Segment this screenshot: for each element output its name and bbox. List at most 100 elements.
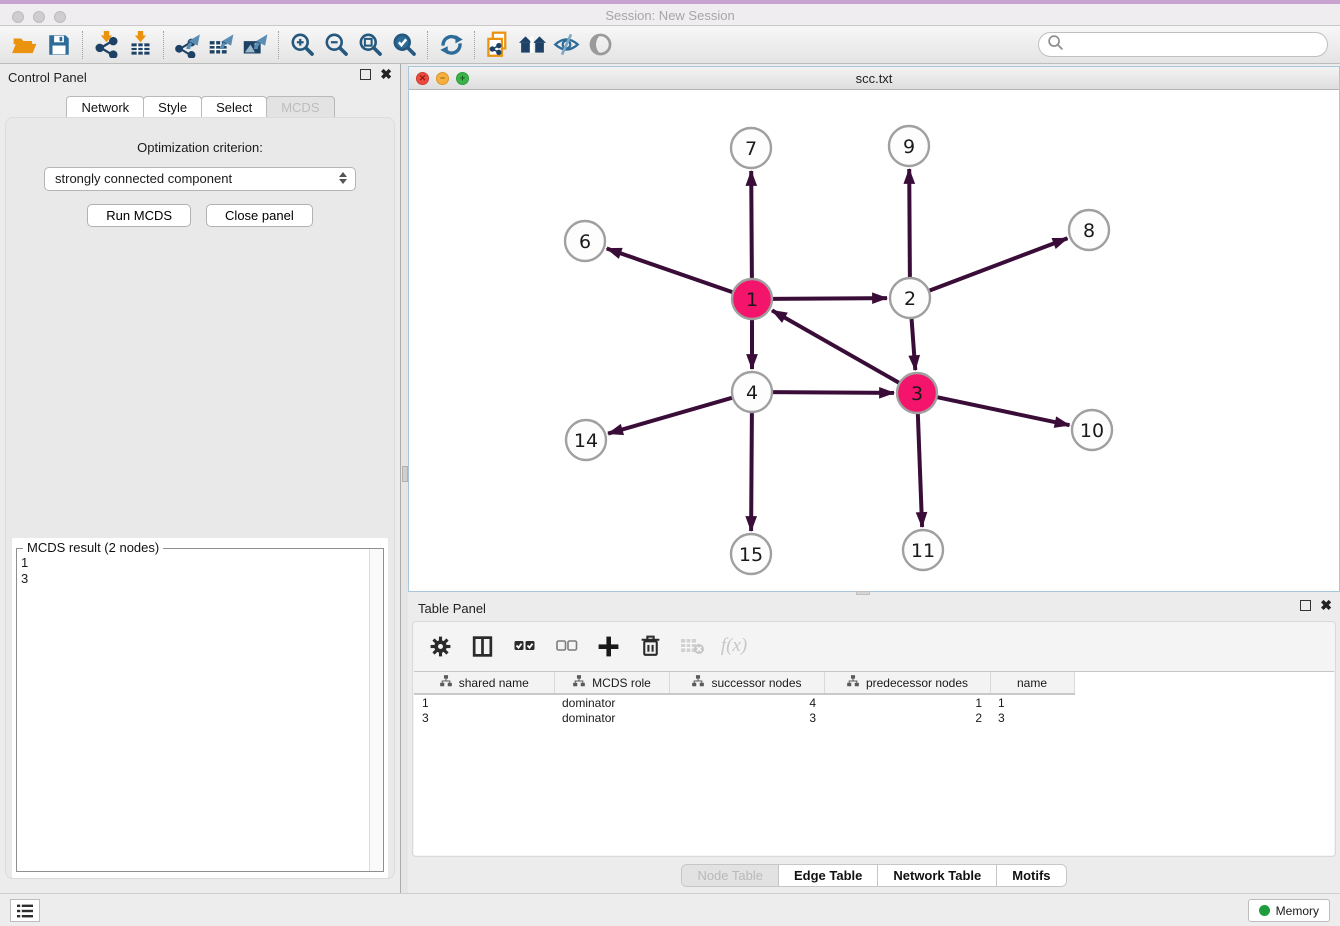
toggle-visibility-icon[interactable] bbox=[583, 29, 617, 61]
refresh-layout-icon[interactable] bbox=[434, 29, 468, 61]
column-header[interactable]: name bbox=[990, 672, 1074, 694]
svg-text:6: 6 bbox=[579, 231, 591, 253]
network-window-titlebar[interactable]: ✕ − + scc.txt bbox=[409, 67, 1339, 90]
column-header[interactable]: MCDS role bbox=[554, 672, 669, 694]
table-row[interactable]: 3dominator323 bbox=[414, 710, 1074, 726]
table-settings-icon[interactable] bbox=[427, 633, 453, 659]
export-table-icon[interactable] bbox=[204, 29, 238, 61]
delete-column-icon[interactable] bbox=[637, 633, 663, 659]
node-10[interactable]: 10 bbox=[1072, 410, 1112, 450]
open-session-icon[interactable] bbox=[8, 29, 42, 61]
tab-select[interactable]: Select bbox=[201, 96, 267, 118]
tab-network-table[interactable]: Network Table bbox=[877, 865, 996, 886]
node-7[interactable]: 7 bbox=[731, 128, 771, 168]
memory-button[interactable]: Memory bbox=[1248, 899, 1330, 922]
zoom-out-icon[interactable] bbox=[319, 29, 353, 61]
result-scrollbar[interactable] bbox=[369, 549, 383, 871]
svg-text:8: 8 bbox=[1083, 220, 1095, 242]
search-input[interactable] bbox=[1069, 35, 1327, 55]
edge-2-8[interactable] bbox=[929, 238, 1068, 291]
table-cell[interactable]: 3 bbox=[669, 710, 824, 726]
run-mcds-button[interactable]: Run MCDS bbox=[87, 204, 191, 227]
add-column-icon[interactable] bbox=[595, 633, 621, 659]
save-session-icon[interactable] bbox=[42, 29, 76, 61]
edge-3-1[interactable] bbox=[772, 310, 900, 383]
table-cell[interactable]: dominator bbox=[554, 694, 669, 710]
node-11[interactable]: 11 bbox=[903, 530, 943, 570]
zoom-in-icon[interactable] bbox=[285, 29, 319, 61]
svg-text:4: 4 bbox=[746, 382, 758, 404]
svg-text:7: 7 bbox=[745, 138, 757, 160]
node-14[interactable]: 14 bbox=[566, 420, 606, 460]
node-3[interactable]: 3 bbox=[897, 373, 937, 413]
criterion-dropdown[interactable]: strongly connected component bbox=[44, 167, 356, 191]
tab-network[interactable]: Network bbox=[66, 96, 144, 118]
tab-motifs[interactable]: Motifs bbox=[996, 865, 1065, 886]
node-6[interactable]: 6 bbox=[565, 221, 605, 261]
attribute-tree-icon bbox=[846, 674, 860, 691]
edge-1-7[interactable] bbox=[751, 171, 752, 279]
function-builder-icon: f(x) bbox=[721, 633, 747, 659]
table-cell[interactable]: 2 bbox=[824, 710, 990, 726]
node-8[interactable]: 8 bbox=[1069, 210, 1109, 250]
table-panel-body: f(x) shared nameMCDS rolesuccessor nodes… bbox=[412, 621, 1336, 857]
column-header[interactable]: successor nodes bbox=[669, 672, 824, 694]
node-15[interactable]: 15 bbox=[731, 534, 771, 574]
close-panel-button[interactable]: Close panel bbox=[206, 204, 313, 227]
table-toolbar: f(x) bbox=[413, 622, 1335, 670]
duplicate-network-icon[interactable] bbox=[481, 29, 515, 61]
home-view-icon[interactable] bbox=[515, 29, 549, 61]
network-canvas[interactable]: 7 9 6 8 1 2 4 3 14 10 15 11 bbox=[409, 90, 1339, 591]
table-cell[interactable]: 3 bbox=[990, 710, 1074, 726]
float-table-panel-icon[interactable] bbox=[1300, 600, 1311, 611]
node-4[interactable]: 4 bbox=[732, 372, 772, 412]
export-network-icon[interactable] bbox=[170, 29, 204, 61]
table-cell[interactable]: 4 bbox=[669, 694, 824, 710]
control-panel-tabs: NetworkStyleSelectMCDS bbox=[0, 96, 400, 118]
table-cell[interactable]: 1 bbox=[824, 694, 990, 710]
task-history-button[interactable] bbox=[10, 899, 40, 922]
tab-edge-table[interactable]: Edge Table bbox=[778, 865, 877, 886]
table-cell[interactable]: 1 bbox=[414, 694, 554, 710]
table-cell[interactable]: dominator bbox=[554, 710, 669, 726]
edge-1-2[interactable] bbox=[772, 298, 887, 299]
node-1[interactable]: 1 bbox=[732, 279, 772, 319]
table-tabs-bar: Node TableEdge TableNetwork TableMotifs bbox=[408, 864, 1340, 887]
edge-4-14[interactable] bbox=[608, 398, 733, 434]
tab-node-table[interactable]: Node Table bbox=[682, 865, 778, 886]
memory-status-icon bbox=[1259, 905, 1270, 916]
edge-2-3[interactable] bbox=[912, 318, 916, 370]
edge-3-11[interactable] bbox=[918, 413, 922, 527]
tab-style[interactable]: Style bbox=[143, 96, 202, 118]
svg-text:9: 9 bbox=[903, 136, 915, 158]
search-box[interactable] bbox=[1038, 32, 1328, 57]
node-9[interactable]: 9 bbox=[889, 126, 929, 166]
svg-text:15: 15 bbox=[739, 544, 763, 566]
column-header[interactable]: shared name bbox=[414, 672, 554, 694]
edge-1-6[interactable] bbox=[607, 249, 733, 293]
zoom-fit-icon[interactable] bbox=[353, 29, 387, 61]
zoom-selected-icon[interactable] bbox=[387, 29, 421, 61]
table-row[interactable]: 1dominator411 bbox=[414, 694, 1074, 710]
export-image-icon[interactable] bbox=[238, 29, 272, 61]
edge-3-10[interactable] bbox=[937, 397, 1070, 425]
import-network-icon[interactable] bbox=[89, 29, 123, 61]
toggle-style-icon[interactable] bbox=[549, 29, 583, 61]
deselect-all-icon[interactable] bbox=[553, 633, 579, 659]
table-cell[interactable]: 3 bbox=[414, 710, 554, 726]
edge-4-15[interactable] bbox=[751, 412, 752, 531]
show-columns-icon[interactable] bbox=[469, 633, 495, 659]
edge-4-3[interactable] bbox=[772, 392, 894, 393]
close-panel-icon[interactable]: ✖ bbox=[380, 69, 392, 80]
vertical-splitter[interactable] bbox=[400, 64, 408, 893]
network-graph[interactable]: 7 9 6 8 1 2 4 3 14 10 15 11 bbox=[409, 90, 1339, 591]
close-table-panel-icon[interactable]: ✖ bbox=[1320, 600, 1332, 611]
import-table-icon[interactable] bbox=[123, 29, 157, 61]
table-cell[interactable]: 1 bbox=[990, 694, 1074, 710]
tab-mcds[interactable]: MCDS bbox=[266, 96, 334, 118]
float-panel-icon[interactable] bbox=[360, 69, 371, 80]
select-all-icon[interactable] bbox=[511, 633, 537, 659]
node-2[interactable]: 2 bbox=[890, 278, 930, 318]
edge-2-9[interactable] bbox=[909, 169, 910, 278]
column-header[interactable]: predecessor nodes bbox=[824, 672, 990, 694]
